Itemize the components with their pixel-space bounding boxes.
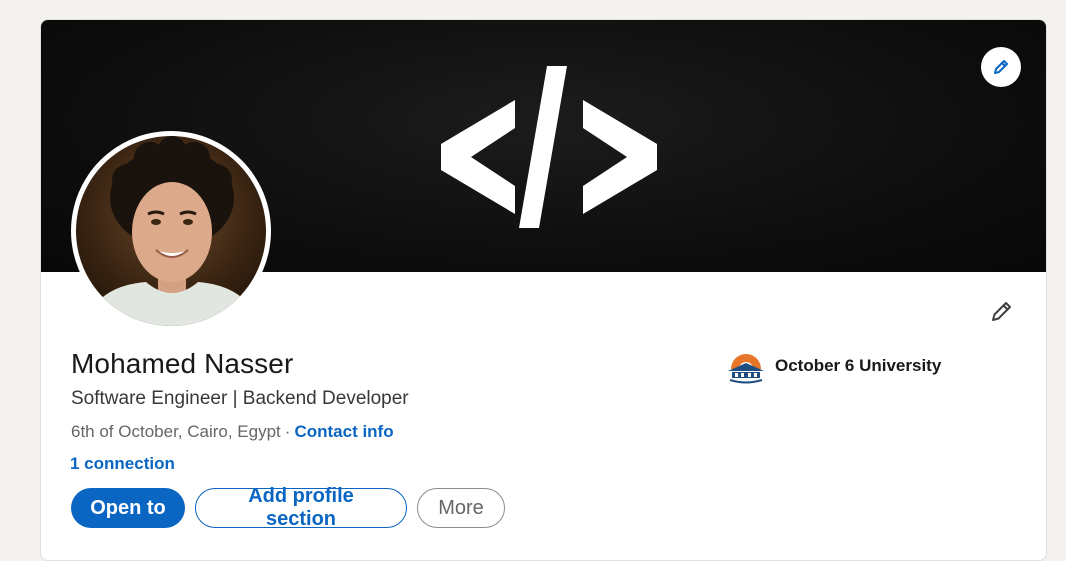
profile-card: Mohamed Nasser Software Engineer | Backe… [40,19,1047,561]
location-line: 6th of October, Cairo, Egypt · Contact inf… [71,422,394,442]
more-button[interactable]: More [417,488,505,528]
add-profile-section-button[interactable]: Add profile section [195,485,407,530]
edit-banner-button[interactable] [981,47,1021,87]
location-text: 6th of October, Cairo, Egypt [71,422,281,441]
separator-dot: · [284,422,291,441]
profile-name: Mohamed Nasser [71,348,294,379]
connections-link[interactable]: 1 connection [70,454,175,474]
avatar-photo [76,136,266,326]
pencil-icon [994,60,1008,74]
pencil-icon [992,302,1011,321]
education-entry[interactable]: October 6 University [727,347,941,385]
edit-intro-button[interactable] [983,294,1019,330]
profile-actions: Open to Add profile section More [71,485,505,530]
profile-avatar[interactable] [71,131,271,331]
open-to-button[interactable]: Open to [71,488,185,528]
contact-info-link[interactable]: Contact info [294,422,393,441]
education-name: October 6 University [775,356,942,375]
profile-headline: Software Engineer | Backend Developer [71,388,409,409]
university-logo [728,354,764,384]
